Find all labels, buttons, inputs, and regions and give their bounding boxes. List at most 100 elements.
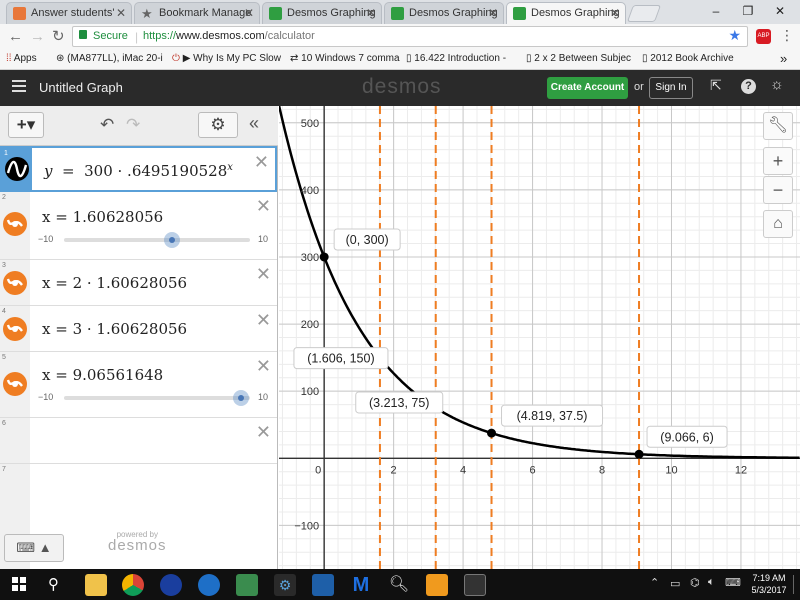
expression-row-5[interactable]: 5 x = 9.06561648 −10 10 ✕ (0, 352, 277, 418)
photos-icon[interactable] (236, 574, 258, 596)
slider-max[interactable]: 10 (258, 392, 268, 402)
tab-desmos-1[interactable]: Desmos Graphing ✕ (262, 2, 382, 24)
graph-canvas[interactable]: 0 2 4 6 8 10 12 500 400 300 200 100 −100 (0, 300) (1.… (277, 105, 800, 569)
delete-expression-icon[interactable]: ✕ (256, 264, 271, 285)
bookmark-apps[interactable]: ⁞⁞ Apps (6, 53, 37, 64)
search-icon[interactable]: ⚲ (48, 575, 59, 593)
vertical-line-graph-icon[interactable] (3, 271, 27, 295)
redo-icon[interactable]: ↷ (126, 115, 140, 135)
adblock-icon[interactable]: ABP (756, 29, 771, 44)
minimize-button[interactable]: – (700, 0, 732, 22)
bookmark-2x2[interactable]: ▯ 2 x 2 Between Subjec (526, 53, 631, 64)
slider-min[interactable]: −10 (38, 392, 53, 402)
slider-track[interactable] (64, 396, 250, 400)
tab-desmos-active[interactable]: Desmos Graphing ✕ (506, 2, 626, 24)
delete-expression-icon[interactable]: ✕ (256, 310, 271, 331)
bookmark-16422[interactable]: ▯ 16.422 Introduction - (406, 53, 506, 64)
tray-network-icon[interactable]: ⌬ (690, 576, 700, 589)
tab-answer-students[interactable]: Answer students' ✕ (6, 2, 132, 24)
bookmark-imac[interactable]: ⊛ (MA877LL), iMac 20-i (56, 53, 163, 64)
zoom-in-button[interactable]: + (763, 147, 793, 175)
cmd-icon[interactable] (464, 574, 486, 596)
expression-math[interactable]: x = 3 · 1.60628056 (42, 320, 187, 338)
expression-math[interactable]: x = 1.60628056 (42, 208, 163, 226)
expression-math[interactable]: x = 2 · 1.60628056 (42, 274, 187, 292)
back-arrow-icon[interactable]: ← (8, 28, 23, 45)
expression-row-3[interactable]: 3 x = 2 · 1.60628056 ✕ (0, 260, 277, 306)
maximize-button[interactable]: ❐ (732, 0, 764, 22)
settings-icon[interactable]: ⚙ (274, 574, 296, 596)
tab-desmos-2[interactable]: Desmos Graphing ✕ (384, 2, 504, 24)
url-text[interactable]: https://www.desmos.com/calculator (143, 30, 315, 42)
reload-icon[interactable]: ↻ (52, 27, 65, 45)
delete-expression-icon[interactable]: ✕ (256, 196, 271, 217)
chrome-icon[interactable] (122, 574, 144, 596)
file-explorer-icon[interactable] (85, 574, 107, 596)
star-bookmark-icon[interactable]: ★ (728, 27, 741, 44)
forward-arrow-icon[interactable]: → (30, 28, 45, 45)
more-bookmarks-icon[interactable]: » (780, 51, 787, 66)
hamburger-menu-icon[interactable] (12, 80, 26, 82)
home-zoom-icon[interactable]: ⌂ (763, 210, 793, 238)
collapse-panel-icon[interactable]: « (249, 113, 259, 134)
bookmark-pc-slow[interactable]: ⏻ ▶ Why Is My PC Slow (172, 53, 281, 64)
close-tab-icon[interactable]: ✕ (366, 6, 376, 20)
tray-keyboard-icon[interactable]: ⌨ (725, 576, 741, 589)
delete-expression-icon[interactable]: ✕ (256, 356, 271, 377)
tray-volume-icon[interactable]: 🔈︎ (708, 576, 715, 589)
close-tab-icon[interactable]: ✕ (244, 6, 254, 20)
close-window-button[interactable]: ✕ (764, 0, 796, 22)
slider-handle[interactable] (163, 232, 180, 248)
add-item-button[interactable]: +▾ (8, 112, 44, 138)
tray-battery-icon[interactable]: ▭ (670, 577, 680, 590)
keyboard-toggle-button[interactable]: ⌨ ▲ (4, 534, 64, 562)
malwarebytes-icon[interactable]: M (350, 574, 372, 596)
show-desktop-button[interactable] (793, 575, 797, 594)
magnifier-icon[interactable]: 🔍︎ (388, 574, 410, 596)
clock[interactable]: 7:19 AM 5/3/2017 (748, 572, 790, 596)
expression-math[interactable]: y = 300 · .6495190528x (44, 162, 233, 180)
menu-dots-icon[interactable]: ⋮ (780, 27, 794, 44)
close-tab-icon[interactable]: ✕ (610, 6, 620, 20)
expression-row-6[interactable]: 6 ✕ (0, 418, 277, 464)
tab-bookmark-manager[interactable]: ★ Bookmark Manage ✕ (134, 2, 260, 24)
share-icon[interactable]: ⇱ (710, 77, 722, 94)
help-icon[interactable]: ? (741, 79, 756, 94)
undo-icon[interactable]: ↶ (100, 115, 114, 135)
expression-math[interactable]: x = 9.06561648 (42, 366, 163, 384)
app2-icon[interactable] (426, 574, 448, 596)
edge-icon[interactable] (198, 574, 220, 596)
delete-expression-icon[interactable]: ✕ (256, 422, 271, 443)
close-tab-icon[interactable]: ✕ (116, 6, 126, 20)
vertical-line-graph-icon[interactable] (3, 372, 27, 396)
delete-expression-icon[interactable]: ✕ (254, 152, 269, 173)
tray-chevron-icon[interactable]: ⌃ (650, 576, 659, 589)
close-tab-icon[interactable]: ✕ (488, 6, 498, 20)
function-graph-icon[interactable] (5, 157, 29, 181)
slider-max[interactable]: 10 (258, 234, 268, 244)
desmos-logo: desmos (362, 75, 442, 98)
omnibox[interactable]: Secure | https://www.desmos.com/calculat… (72, 26, 748, 47)
graph-paper[interactable]: 0 2 4 6 8 10 12 500 400 300 200 100 −100 (0, 300) (1.… (277, 105, 800, 569)
zoom-out-button[interactable]: − (763, 176, 793, 204)
new-tab-button[interactable] (626, 5, 662, 22)
slider-min[interactable]: −10 (38, 234, 53, 244)
vertical-line-graph-icon[interactable] (3, 212, 27, 236)
app-icon[interactable] (312, 574, 334, 596)
firefox-icon[interactable] (160, 574, 182, 596)
windows-start-icon[interactable] (12, 577, 26, 591)
sign-in-button[interactable]: Sign In (649, 77, 693, 99)
expression-row-4[interactable]: 4 x = 3 · 1.60628056 ✕ (0, 306, 277, 352)
wrench-icon[interactable]: 🔧︎ (763, 112, 793, 140)
bookmark-windows7[interactable]: ⇄ 10 Windows 7 comma (290, 53, 400, 64)
vertical-line-graph-icon[interactable] (3, 317, 27, 341)
graph-title[interactable]: Untitled Graph (39, 80, 123, 95)
bookmark-2012-archive[interactable]: ▯ 2012 Book Archive (642, 53, 734, 64)
slider-handle[interactable] (233, 390, 250, 406)
slider-track[interactable] (64, 238, 250, 242)
graph-settings-button[interactable]: ⚙ (198, 112, 238, 138)
settings-globe-icon[interactable]: ☼ (770, 76, 784, 93)
expression-row-2[interactable]: 2 x = 1.60628056 −10 10 ✕ (0, 192, 277, 260)
expression-row-1[interactable]: 1 y = 300 · .6495190528x ✕ (0, 146, 277, 192)
create-account-button[interactable]: Create Account (547, 77, 628, 99)
